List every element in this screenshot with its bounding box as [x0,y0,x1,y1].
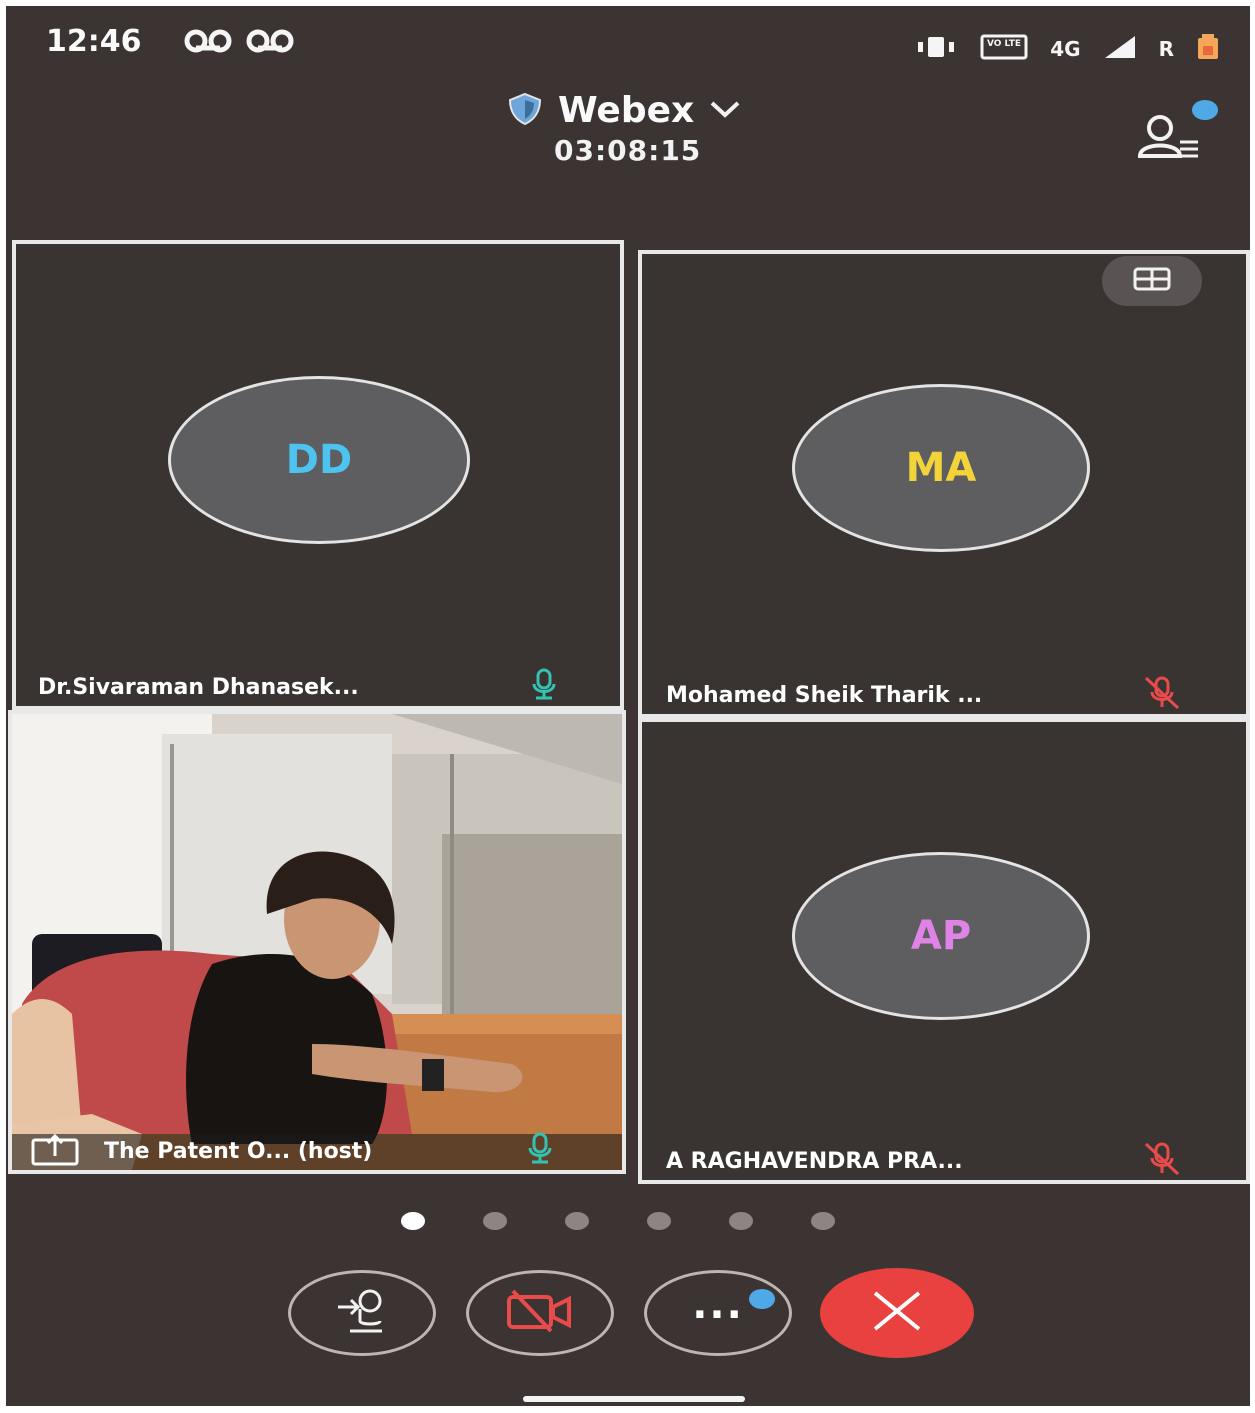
page-dot[interactable] [565,1212,589,1230]
home-indicator[interactable] [523,1396,745,1402]
status-time: 12:46 [46,24,142,59]
page-dot[interactable] [483,1212,507,1230]
more-icon: ... [692,1282,744,1328]
vibrate-icon [914,34,958,64]
layout-toggle-button[interactable] [1102,256,1202,306]
avatar: AP [792,852,1090,1020]
participant-tile[interactable]: AP A RAGHAVENDRA PRA... [638,718,1250,1184]
avatar-initials: MA [905,445,977,491]
participant-name: Mohamed Sheik Tharik ... [666,683,983,708]
page-dot[interactable] [401,1212,425,1230]
page-dot[interactable] [811,1212,835,1230]
audio-connect-button[interactable] [288,1270,436,1356]
participants-notification-badge [1192,100,1218,120]
participant-tile[interactable]: MA Mohamed Sheik Tharik ... [638,250,1250,718]
video-off-icon [505,1289,575,1337]
close-icon [869,1289,925,1337]
meeting-timer: 03:08:15 [554,134,702,167]
avatar-initials: DD [285,437,353,483]
microphone-muted-icon [1142,676,1180,710]
network-type: 4G [1050,37,1081,61]
more-options-button[interactable]: ... [644,1270,792,1356]
share-screen-icon [30,1133,80,1166]
video-toggle-button[interactable] [466,1270,614,1356]
volte-label: VO LTE [987,39,1021,49]
audio-connect-icon [336,1287,388,1339]
battery-icon [1196,34,1220,64]
participant-name: The Patent O... (host) [104,1139,373,1164]
grid-layout-icon [1132,266,1172,296]
chevron-down-icon[interactable] [708,99,742,123]
participant-tile-video[interactable]: The Patent O... (host) [8,710,626,1174]
volte-icon: VO LTE [980,34,1028,64]
avatar: MA [792,384,1090,552]
participant-name: Dr.Sivaraman Dhanasek... [38,675,359,700]
participants-button[interactable] [1130,100,1218,164]
voicemail-icon [246,28,294,61]
participant-tile[interactable]: DD Dr.Sivaraman Dhanasek... [12,240,624,710]
roaming-indicator: R [1158,37,1174,61]
microphone-muted-icon [1142,1142,1180,1176]
page-dot[interactable] [729,1212,753,1230]
participant-video-feed [12,714,622,1170]
microphone-icon [528,668,560,700]
microphone-icon [524,1132,556,1164]
meeting-header: Webex 03:08:15 [6,84,1250,234]
participants-list-icon [1130,115,1210,168]
signal-icon [1103,34,1137,64]
avatar-initials: AP [910,913,972,959]
end-call-button[interactable] [820,1268,974,1358]
avatar: DD [168,376,470,544]
more-notification-badge [749,1289,775,1309]
webex-meeting-screen: 12:46 VO LTE 4G R Webex 03:08:15 DD Dr.S… [6,6,1250,1406]
status-bar: 12:46 VO LTE 4G R [6,6,1250,76]
participant-name: A RAGHAVENDRA PRA... [666,1149,963,1174]
voicemail-icon [184,28,232,61]
shield-icon [506,92,544,130]
page-indicator [401,1212,835,1230]
page-dot[interactable] [647,1212,671,1230]
meeting-title[interactable]: Webex [558,90,694,131]
